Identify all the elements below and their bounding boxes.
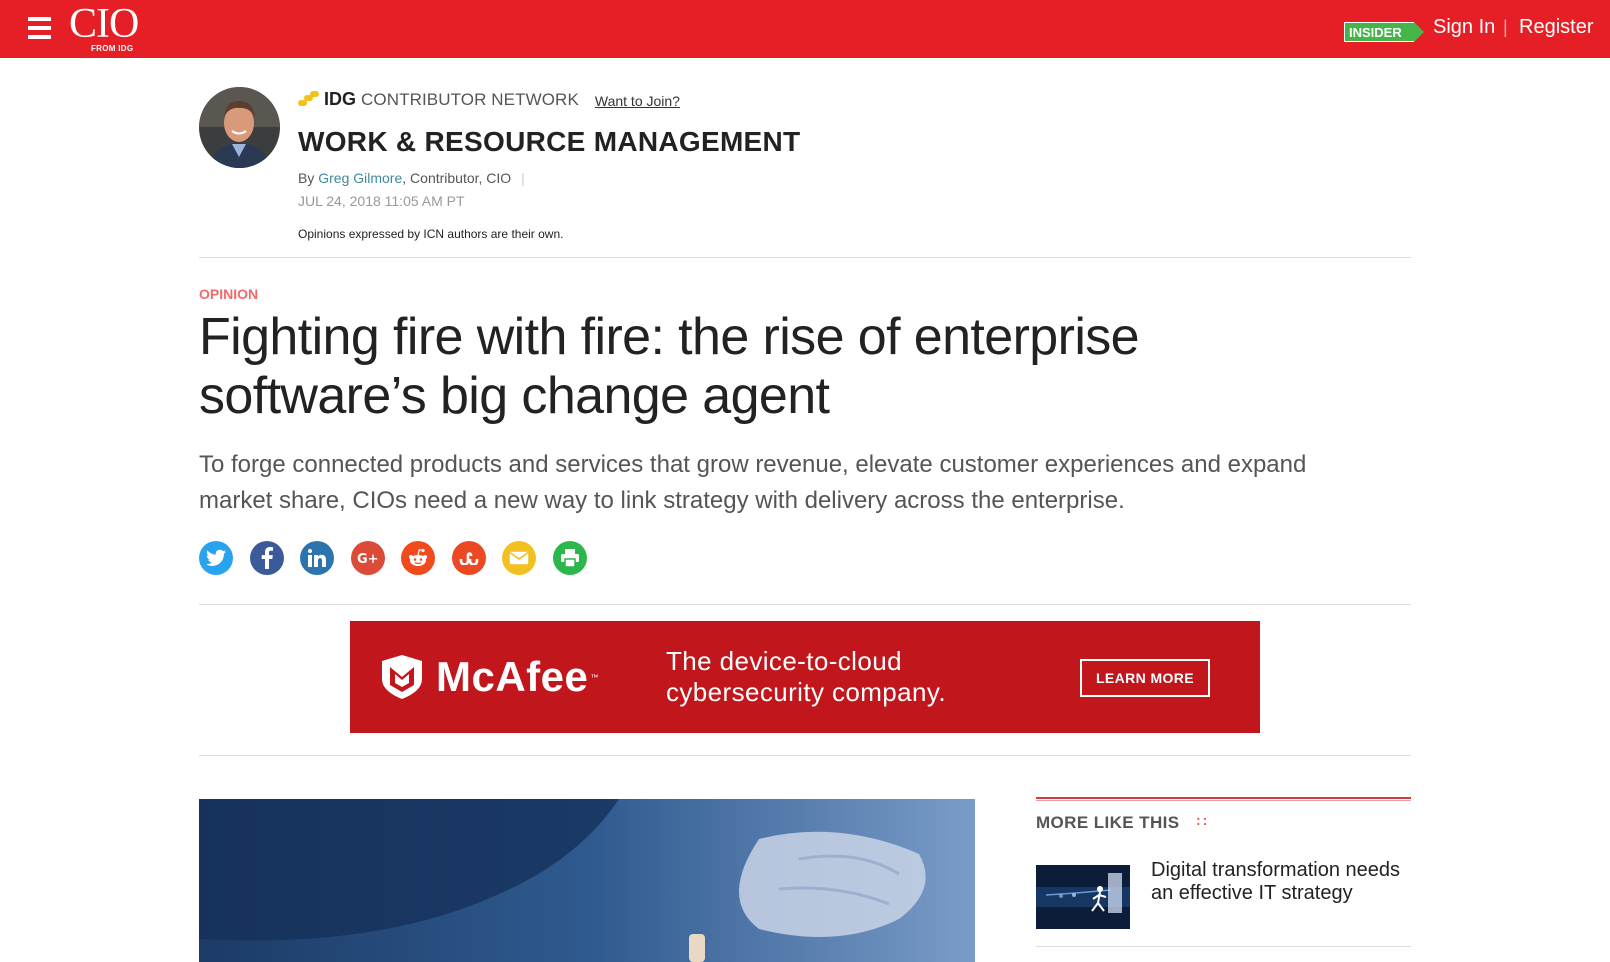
want-to-join-link[interactable]: Want to Join? <box>595 93 680 109</box>
ad-trademark: ™ <box>590 672 599 682</box>
insider-badge[interactable]: INSIDER <box>1344 22 1424 42</box>
more-like-this-rule-thin <box>1036 800 1411 801</box>
author-avatar[interactable] <box>199 87 280 168</box>
hamburger-menu-icon[interactable] <box>28 17 51 39</box>
reddit-icon[interactable] <box>401 541 435 575</box>
ad-tagline-line2: cybersecurity company. <box>666 677 946 707</box>
logo-text: CIO <box>69 1 139 47</box>
print-icon[interactable] <box>552 541 587 575</box>
blog-title[interactable]: WORK & RESOURCE MANAGEMENT <box>298 126 800 158</box>
learn-more-button[interactable]: LEARN MORE <box>1080 659 1210 697</box>
more-like-this-heading: MORE LIKE THIS <box>1036 813 1180 832</box>
register-link[interactable]: Register <box>1519 16 1593 39</box>
more-like-this-dots-icon: :: <box>1196 812 1210 828</box>
cio-logo[interactable]: CIO FROM IDG <box>69 1 139 53</box>
idg-logo-icon <box>298 90 320 109</box>
divider <box>199 755 1411 756</box>
author-link[interactable]: Greg Gilmore <box>318 170 402 186</box>
publish-date: JUL 24, 2018 11:05 AM PT <box>298 193 465 209</box>
divider <box>1036 946 1411 947</box>
twitter-icon[interactable] <box>199 541 233 575</box>
ad-brand-name: McAfee <box>436 653 589 700</box>
mcafee-logo: McAfee ™ <box>382 653 598 701</box>
related-article-link[interactable]: Digital transformation needs an effectiv… <box>1151 859 1411 905</box>
contributor-network-row: IDG CONTRIBUTOR NETWORK Want to Join? <box>298 89 680 110</box>
author-role: , Contributor, CIO <box>402 170 512 186</box>
mcafee-ad-banner[interactable]: McAfee ™ The device-to-cloud cybersecurit… <box>350 621 1260 733</box>
email-icon[interactable] <box>502 541 536 575</box>
share-bar: G+ <box>199 541 603 575</box>
byline-separator: | <box>521 170 525 186</box>
logo-subtext: FROM IDG <box>91 44 134 53</box>
mcafee-shield-icon <box>382 655 422 699</box>
byline: By Greg Gilmore, Contributor, CIO | <box>298 170 525 186</box>
linkedin-icon[interactable] <box>300 541 334 575</box>
sign-in-link[interactable]: Sign In <box>1433 16 1495 39</box>
divider <box>199 257 1411 258</box>
idg-brand: IDG <box>324 89 357 109</box>
nav-separator: | <box>1503 17 1508 37</box>
related-article-thumbnail[interactable] <box>1036 865 1130 929</box>
ad-tagline: The device-to-cloud cybersecurity compan… <box>666 646 946 708</box>
divider <box>199 604 1411 605</box>
article-dek: To forge connected products and services… <box>199 451 1307 514</box>
facebook-icon[interactable] <box>249 541 284 575</box>
more-like-this-rule <box>1036 797 1411 799</box>
svg-text:G+: G+ <box>357 552 379 565</box>
ad-tagline-line1: The device-to-cloud <box>666 646 902 676</box>
top-nav-bar: CIO FROM IDG INSIDER Sign In | Register <box>0 0 1610 58</box>
article-hero-image <box>199 799 975 962</box>
google-plus-icon[interactable]: G+ <box>350 541 385 575</box>
article-kicker[interactable]: OPINION <box>199 286 258 302</box>
stumbleupon-icon[interactable] <box>451 541 486 575</box>
network-label: CONTRIBUTOR NETWORK <box>361 89 579 109</box>
article-headline: Fighting fire with fire: the rise of ent… <box>199 308 1140 425</box>
by-label: By <box>298 170 315 186</box>
disclaimer: Opinions expressed by ICN authors are th… <box>298 227 564 241</box>
